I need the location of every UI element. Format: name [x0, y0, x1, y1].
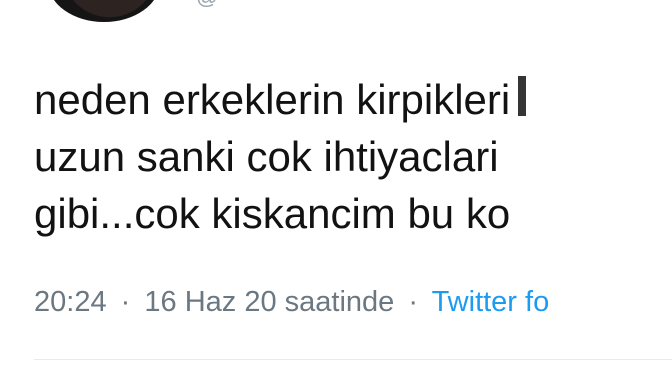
tweet-metadata: 20:24 · 16 Haz 20 saatinde · Twitter fo	[34, 283, 672, 321]
profile-avatar[interactable]	[48, 0, 160, 22]
tweet-divider	[34, 359, 672, 360]
metadata-separator-2: ·	[408, 286, 419, 318]
tweet-source-link[interactable]: Twitter fo	[432, 286, 550, 318]
metadata-separator-1: ·	[120, 286, 131, 318]
tweet-text-line-1: neden erkeklerin kirpikleri	[34, 71, 672, 128]
cropped-character-fragment	[518, 76, 527, 116]
tweet-time[interactable]: 20:24	[34, 286, 107, 318]
user-handle-partial[interactable]: @	[196, 0, 219, 10]
tweet-text: neden erkeklerin kirpikleri uzun sanki c…	[34, 71, 672, 242]
tweet-card: @ neden erkeklerin kirpikleri uzun sanki…	[0, 0, 672, 378]
tweet-date-phrase[interactable]: 16 Haz 20 saatinde	[144, 286, 394, 318]
tweet-text-line-2: uzun sanki cok ihtiyaclari	[34, 133, 499, 180]
tweet-text-line-3: gibi...cok kiskancim bu ko	[34, 190, 511, 237]
